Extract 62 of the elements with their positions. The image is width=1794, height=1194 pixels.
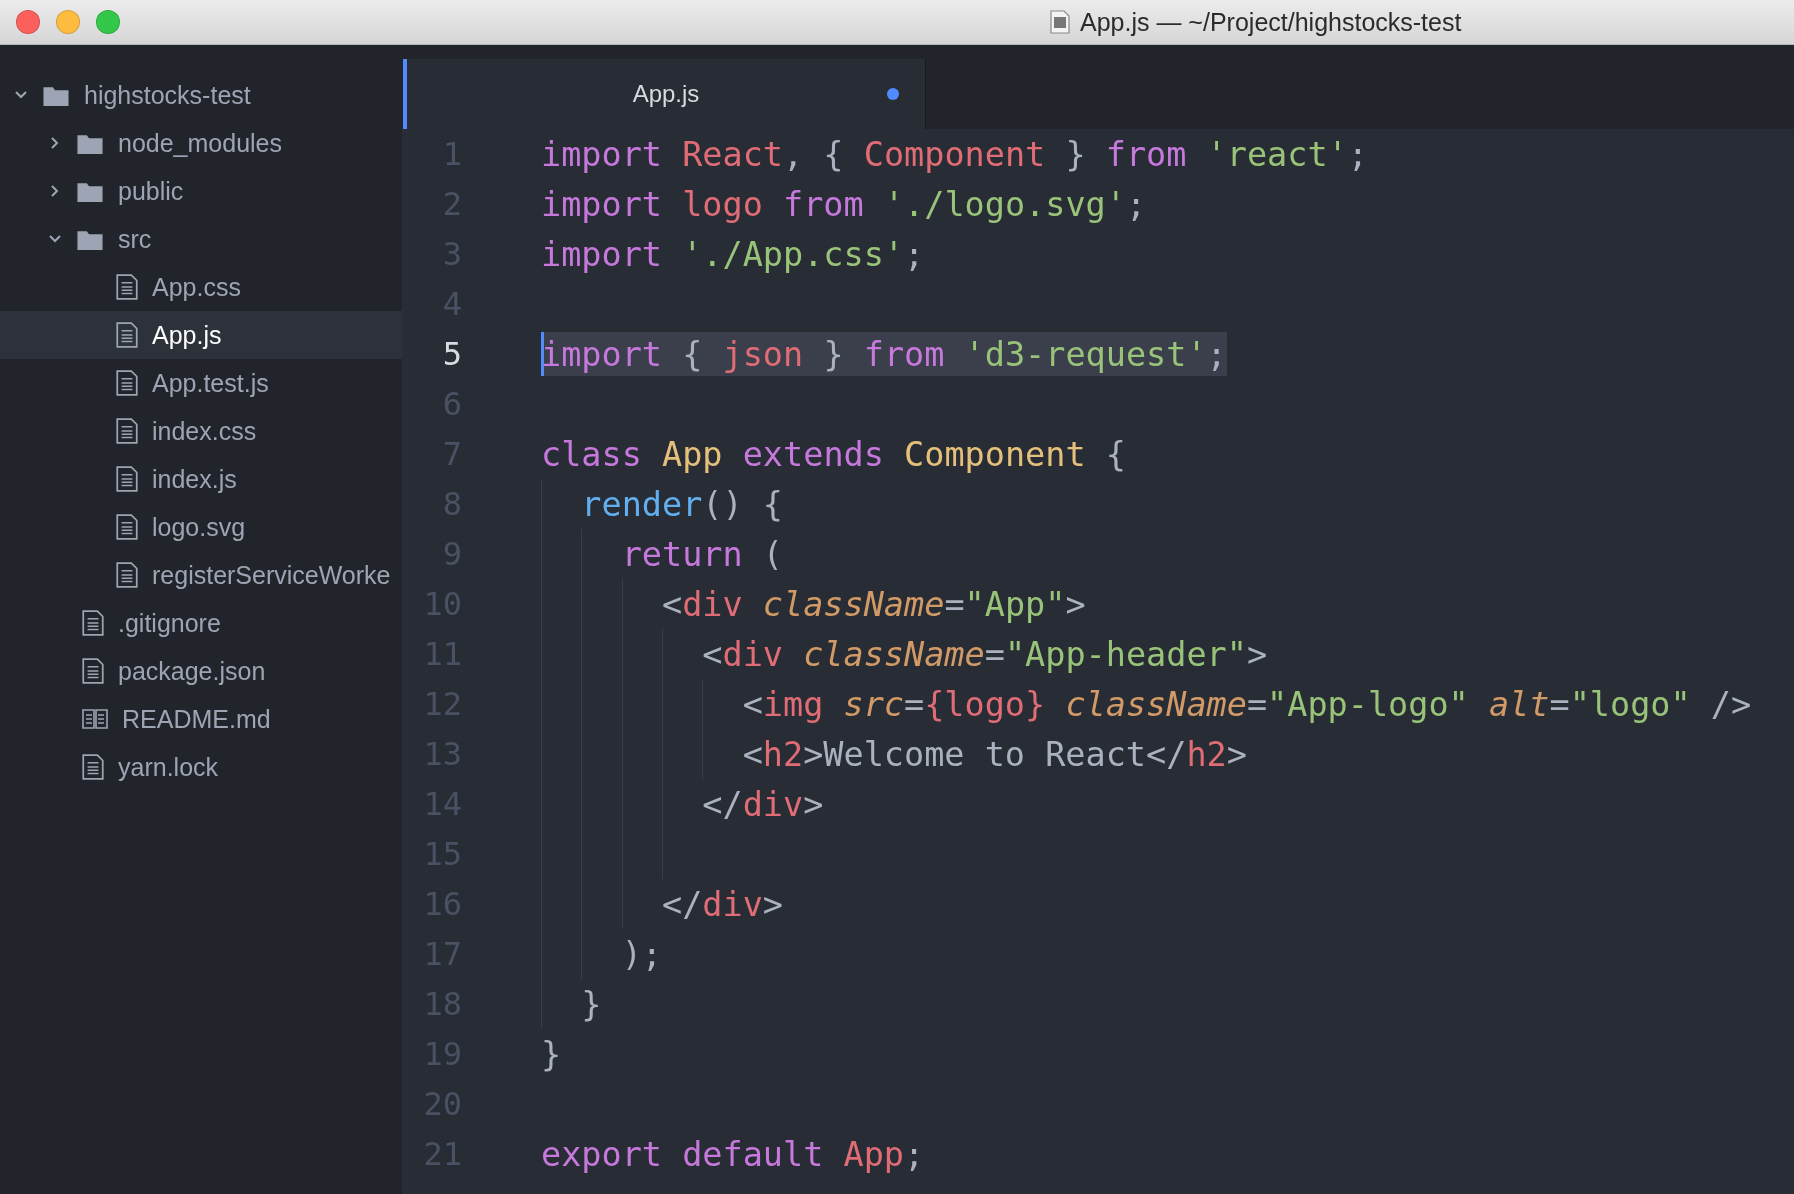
tree-item-label: logo.svg <box>152 512 246 542</box>
code-line: <h2>Welcome to React</h2> <box>742 733 1247 776</box>
code-line: <div className="App"> <box>662 583 1086 626</box>
tree-item[interactable]: yarn.lock <box>0 743 402 791</box>
code-line: export default App; <box>541 1133 925 1176</box>
code-line: import logo from './logo.svg'; <box>541 183 1147 226</box>
tree-item-label: highstocks-test <box>84 80 251 110</box>
code-line: </div> <box>662 883 783 926</box>
code-line: </div> <box>702 783 824 826</box>
tree-item-label: index.js <box>152 464 237 494</box>
tree-item-label: registerServiceWorke <box>152 560 391 590</box>
tree-item[interactable]: src <box>0 215 402 263</box>
code-line: ); <box>621 933 662 976</box>
file-icon <box>116 418 138 444</box>
tree-item-label: src <box>118 224 152 254</box>
tree-item[interactable]: highstocks-test <box>0 71 402 119</box>
file-icon <box>82 610 104 636</box>
tree-item-label: App.test.js <box>152 368 269 398</box>
code-line: return ( <box>621 533 783 576</box>
code-line: } <box>541 1033 562 1076</box>
tree-item-label: README.md <box>122 704 271 734</box>
tree-item[interactable]: node_modules <box>0 119 402 167</box>
tree-item[interactable]: registerServiceWorke <box>0 551 402 599</box>
code-line: <div className="App-header"> <box>702 633 1268 676</box>
tree-item-label: App.js <box>152 320 222 350</box>
tree-item[interactable]: App.test.js <box>0 359 402 407</box>
tree-item-label: package.json <box>118 656 266 686</box>
file-icon <box>116 322 138 348</box>
document-icon <box>1050 10 1070 34</box>
code-line: render() { <box>581 483 784 526</box>
file-icon <box>116 562 138 588</box>
code-line: } <box>581 983 602 1026</box>
code-line: class App extends Component { <box>541 433 1126 476</box>
book-icon <box>82 708 108 730</box>
tree-item[interactable]: index.js <box>0 455 402 503</box>
file-icon <box>82 658 104 684</box>
tree-item[interactable]: package.json <box>0 647 402 695</box>
code-line: import './App.css'; <box>541 233 925 276</box>
window-title: App.js — ~/Project/highstocks-test <box>1080 7 1462 37</box>
line-number: 5 <box>441 335 462 373</box>
code-line: <img src={logo} className="App-logo" alt="logo" /> <box>742 683 1752 726</box>
tree-item-label: public <box>118 176 184 206</box>
tree-item[interactable]: App.css <box>0 263 402 311</box>
file-icon <box>116 466 138 492</box>
file-icon <box>116 274 138 300</box>
tree-item-label: yarn.lock <box>118 752 219 782</box>
tree-item-label: index.css <box>152 416 257 446</box>
tree-item[interactable]: index.css <box>0 407 402 455</box>
file-icon <box>116 514 138 540</box>
file-icon <box>82 754 104 780</box>
tree-item-label: .gitignore <box>118 608 221 638</box>
close-button[interactable] <box>16 10 40 34</box>
tree-item[interactable]: public <box>0 167 402 215</box>
tree-item[interactable]: README.md <box>0 695 402 743</box>
editor-tab[interactable]: App.js <box>403 59 926 129</box>
tree-item[interactable]: .gitignore <box>0 599 402 647</box>
file-icon <box>116 370 138 396</box>
code-line: import React, { Component } from 'react'; <box>541 133 1368 176</box>
tree-item[interactable]: logo.svg <box>0 503 402 551</box>
tree-item-label: App.css <box>152 272 241 302</box>
tree-item[interactable]: App.js <box>0 311 402 359</box>
tree-item-label: node_modules <box>118 128 282 158</box>
